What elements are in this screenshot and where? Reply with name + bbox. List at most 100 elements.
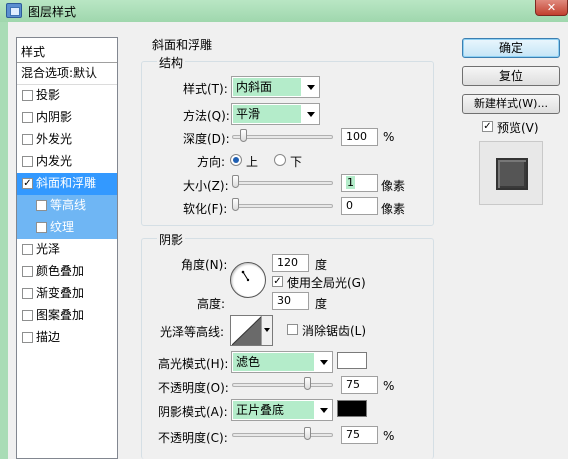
highlight-opacity-slider-thumb[interactable] bbox=[304, 377, 311, 390]
shadow-opacity-input[interactable]: 75 bbox=[341, 426, 378, 444]
antialias-label[interactable]: 消除锯齿(L) bbox=[302, 322, 366, 339]
style-item[interactable]: 斜面和浮雕 bbox=[17, 173, 117, 195]
style-item-label: 内发光 bbox=[36, 154, 73, 168]
highlight-mode-value: 滤色 bbox=[233, 353, 314, 371]
size-input[interactable]: 1 bbox=[341, 174, 378, 192]
style-item-checkbox[interactable] bbox=[22, 310, 33, 321]
style-item[interactable]: 渐变叠加 bbox=[17, 283, 117, 305]
style-item-label: 投影 bbox=[36, 88, 61, 102]
highlight-opacity-label: 不透明度(O): bbox=[158, 381, 229, 395]
style-item-label: 渐变叠加 bbox=[36, 286, 85, 300]
size-value: 1 bbox=[346, 176, 355, 189]
altitude-label: 高度: bbox=[197, 297, 226, 311]
angle-unit: 度 bbox=[315, 258, 328, 272]
style-item-checkbox[interactable] bbox=[22, 134, 33, 145]
style-item-label: 外发光 bbox=[36, 132, 73, 146]
style-item[interactable]: 图案叠加 bbox=[17, 305, 117, 327]
new-style-button[interactable]: 新建样式(W)... bbox=[462, 94, 560, 114]
app-icon bbox=[6, 3, 22, 18]
style-item[interactable]: 内发光 bbox=[17, 151, 117, 173]
soften-slider-track[interactable] bbox=[232, 204, 333, 208]
bevel-style-dropdown[interactable]: 内斜面 bbox=[231, 76, 320, 98]
style-label: 样式(T): bbox=[183, 82, 228, 96]
chevron-down-icon bbox=[307, 112, 315, 117]
shadow-mode-dropdown[interactable]: 正片叠底 bbox=[231, 399, 333, 421]
antialias-checkbox[interactable] bbox=[287, 324, 298, 335]
style-item-checkbox[interactable] bbox=[36, 222, 47, 233]
style-item-label: 内阴影 bbox=[36, 110, 73, 124]
shadow-opacity-slider-thumb[interactable] bbox=[304, 427, 311, 440]
direction-up-radio[interactable] bbox=[230, 154, 242, 166]
style-item[interactable]: 光泽 bbox=[17, 239, 117, 261]
soften-unit: 像素 bbox=[381, 202, 406, 216]
styles-list: 样式 混合选项:默认 投影内阴影外发光内发光斜面和浮雕等高线纹理光泽颜色叠加渐变… bbox=[16, 37, 118, 459]
direction-label: 方向: bbox=[197, 155, 226, 169]
global-light-checkbox[interactable] bbox=[272, 276, 283, 287]
style-item[interactable]: 等高线 bbox=[17, 195, 117, 217]
depth-unit: % bbox=[383, 130, 395, 144]
highlight-mode-dropdown[interactable]: 滤色 bbox=[231, 351, 333, 373]
altitude-unit: 度 bbox=[315, 297, 328, 311]
highlight-opacity-slider-track[interactable] bbox=[232, 383, 333, 387]
style-item-checkbox[interactable] bbox=[22, 178, 33, 189]
style-item-checkbox[interactable] bbox=[22, 266, 33, 277]
style-item-label: 图案叠加 bbox=[36, 308, 85, 322]
blend-options-item[interactable]: 混合选项:默认 bbox=[17, 63, 117, 85]
style-item-checkbox[interactable] bbox=[22, 244, 33, 255]
size-slider-track[interactable] bbox=[232, 181, 333, 185]
style-item-label: 纹理 bbox=[50, 220, 75, 234]
angle-input[interactable]: 120 bbox=[272, 254, 309, 272]
ok-button[interactable]: 确定 bbox=[462, 38, 560, 58]
depth-input[interactable]: 100 bbox=[341, 128, 378, 146]
size-slider-thumb[interactable] bbox=[232, 175, 239, 188]
style-item[interactable]: 投影 bbox=[17, 85, 117, 107]
style-item-label: 等高线 bbox=[50, 198, 87, 212]
style-item-checkbox[interactable] bbox=[22, 288, 33, 299]
preview-swatch bbox=[496, 158, 528, 190]
direction-down-label[interactable]: 下 bbox=[290, 153, 302, 170]
size-unit: 像素 bbox=[381, 179, 406, 193]
shadow-opacity-slider-track[interactable] bbox=[232, 433, 333, 437]
highlight-color-swatch[interactable] bbox=[337, 352, 367, 369]
style-item-checkbox[interactable] bbox=[22, 90, 33, 101]
soften-slider-thumb[interactable] bbox=[232, 198, 239, 211]
style-item-checkbox[interactable] bbox=[22, 156, 33, 167]
style-item-label: 描边 bbox=[36, 330, 61, 344]
preview-checkbox[interactable] bbox=[482, 121, 493, 132]
direction-down-radio[interactable] bbox=[274, 154, 286, 166]
highlight-opacity-input[interactable]: 75 bbox=[341, 376, 378, 394]
gloss-contour-picker[interactable] bbox=[230, 315, 273, 346]
shadow-color-swatch[interactable] bbox=[337, 400, 367, 417]
style-item[interactable]: 描边 bbox=[17, 327, 117, 349]
style-item-checkbox[interactable] bbox=[36, 200, 47, 211]
chevron-down-icon bbox=[307, 85, 315, 90]
altitude-input[interactable]: 30 bbox=[272, 292, 309, 310]
global-light-label[interactable]: 使用全局光(G) bbox=[287, 274, 366, 291]
soften-label: 软化(F): bbox=[183, 202, 228, 216]
angle-label: 角度(N): bbox=[181, 258, 228, 272]
title-bar: 图层样式 ✕ bbox=[0, 0, 568, 22]
shadow-opacity-unit: % bbox=[383, 429, 395, 443]
preview-label[interactable]: 预览(V) bbox=[497, 119, 539, 136]
close-button[interactable]: ✕ bbox=[535, 0, 568, 16]
angle-dial[interactable] bbox=[230, 262, 266, 298]
structure-title: 结构 bbox=[157, 54, 186, 71]
direction-up-label[interactable]: 上 bbox=[246, 153, 258, 170]
depth-slider-thumb[interactable] bbox=[240, 129, 247, 142]
method-dropdown[interactable]: 平滑 bbox=[231, 103, 320, 125]
style-item[interactable]: 外发光 bbox=[17, 129, 117, 151]
depth-slider-track[interactable] bbox=[232, 135, 333, 139]
soften-input[interactable]: 0 bbox=[341, 197, 378, 215]
reset-button[interactable]: 复位 bbox=[462, 66, 560, 86]
styles-header[interactable]: 样式 bbox=[17, 38, 117, 63]
style-item[interactable]: 颜色叠加 bbox=[17, 261, 117, 283]
bevel-style-value: 内斜面 bbox=[233, 78, 301, 96]
contour-dropdown-arrow-icon bbox=[264, 328, 270, 332]
style-item-checkbox[interactable] bbox=[22, 112, 33, 123]
style-item-checkbox[interactable] bbox=[22, 332, 33, 343]
style-item[interactable]: 纹理 bbox=[17, 217, 117, 239]
size-label: 大小(Z): bbox=[183, 179, 229, 193]
shadow-mode-label: 阴影模式(A): bbox=[158, 405, 228, 419]
style-item[interactable]: 内阴影 bbox=[17, 107, 117, 129]
style-item-label: 光泽 bbox=[36, 242, 61, 256]
